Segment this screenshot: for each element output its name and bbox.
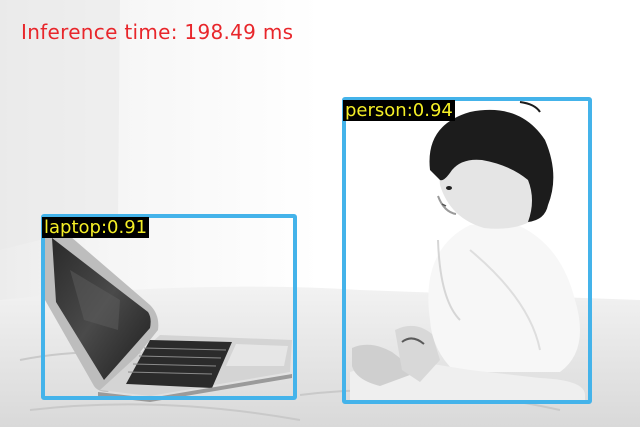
- inference-time-label: Inference time: 198.49 ms: [21, 20, 294, 44]
- laptop-bounding-box: [41, 214, 297, 400]
- detection-output-view: Inference time: 198.49 ms laptop:0.91 pe…: [0, 0, 640, 427]
- person-detection-label: person:0.94: [343, 100, 455, 121]
- laptop-detection-label: laptop:0.91: [42, 217, 150, 238]
- person-bounding-box: [342, 97, 592, 404]
